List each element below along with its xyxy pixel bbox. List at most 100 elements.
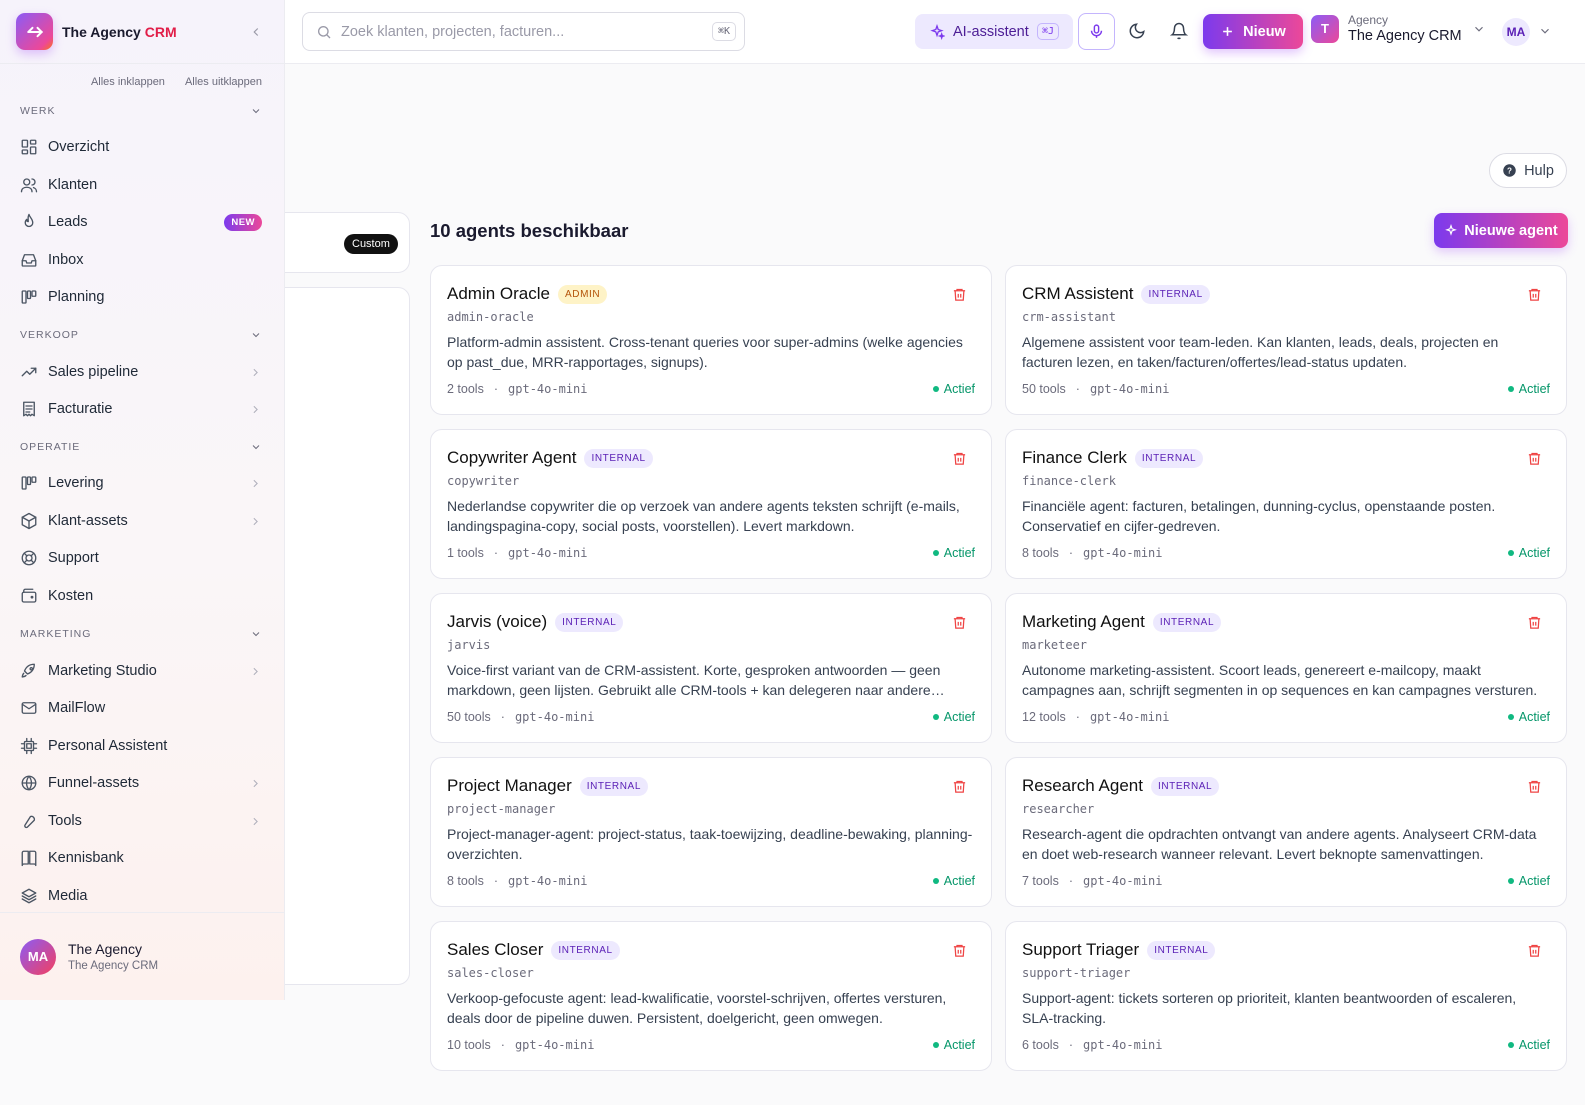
chevron-right-icon — [249, 403, 262, 416]
agent-slug: admin-oracle — [447, 310, 534, 324]
status-badge: Actief — [932, 710, 975, 724]
chevron-down-icon[interactable] — [1538, 24, 1552, 38]
sidebar-item-label: Kosten — [48, 588, 94, 604]
help-circle-icon: ? — [1502, 163, 1517, 178]
status-label: Actief — [943, 382, 975, 396]
cpu-icon — [20, 737, 38, 755]
tenant-switcher[interactable]: T Agency The Agency CRM — [1311, 13, 1486, 44]
sidebar-item-media[interactable]: Media — [12, 879, 270, 913]
agent-card[interactable]: Sales Closer INTERNAL sales-closer Verkoop-… — [430, 921, 992, 1071]
sidebar-item-klanten[interactable]: Klanten — [12, 168, 270, 202]
collapse-all-link[interactable]: Alles inklappen — [91, 76, 165, 88]
collapse-sidebar-button[interactable] — [244, 20, 268, 44]
section-verkoop[interactable]: VERKOOP — [0, 323, 284, 347]
agent-tag-badge: INTERNAL — [551, 940, 620, 960]
sidebar-item-kosten[interactable]: Kosten — [12, 579, 270, 613]
trending-up-icon — [20, 363, 38, 381]
user-avatar[interactable]: MA — [1502, 18, 1530, 46]
sidebar-item-label: Leads — [48, 214, 88, 230]
agent-card[interactable]: Support Triager INTERNAL support-triager Su… — [1005, 921, 1567, 1071]
agent-tools-count: 12 tools — [1022, 710, 1066, 724]
trash-icon[interactable] — [952, 451, 967, 466]
sidebar-item-leads[interactable]: Leads NEW — [12, 205, 270, 239]
agent-card[interactable]: Finance Clerk INTERNAL finance-clerk Financ… — [1005, 429, 1567, 579]
new-button[interactable]: Nieuw — [1203, 14, 1303, 49]
brand-name: The Agency CRM — [62, 24, 177, 40]
chevron-right-icon — [249, 515, 262, 528]
chevron-right-icon — [249, 366, 262, 379]
agent-detail-panel — [270, 287, 410, 985]
status-dot-icon — [1507, 386, 1514, 392]
avatar: MA — [20, 938, 56, 975]
trash-icon[interactable] — [952, 287, 967, 302]
agent-card[interactable]: Project Manager INTERNAL project-manager Pr… — [430, 757, 992, 907]
search-placeholder: Zoek klanten, projecten, facturen... — [341, 23, 565, 40]
agent-description: Verkoop-gefocuste agent: lead-kwalificat… — [447, 990, 947, 1026]
agent-description: Nederlandse copywriter die op verzoek va… — [447, 498, 960, 534]
agent-model: gpt-4o-mini — [1089, 382, 1170, 396]
help-button[interactable]: ? Hulp — [1489, 153, 1567, 188]
brand-header: The Agency CRM — [0, 0, 284, 64]
agent-card[interactable]: Jarvis (voice) INTERNAL jarvis Voice-first … — [430, 593, 992, 743]
trash-icon[interactable] — [1527, 287, 1542, 302]
sidebar-item-sales-pipeline[interactable]: Sales pipeline — [12, 355, 270, 389]
search-shortcut: ⌘K — [711, 22, 736, 41]
tenant-type: Agency — [1348, 13, 1389, 27]
ai-assistant-button[interactable]: AI-assistent ⌘J — [915, 14, 1073, 49]
sidebar-item-support[interactable]: Support — [12, 541, 270, 575]
agent-card[interactable]: Copywriter Agent INTERNAL copywriter Nederl… — [430, 429, 992, 579]
brand-logo-icon[interactable] — [16, 13, 53, 50]
trash-icon[interactable] — [1527, 451, 1542, 466]
sidebar-item-inbox[interactable]: Inbox — [12, 243, 270, 277]
ai-assistant-label: AI-assistent — [953, 23, 1029, 40]
section-marketing[interactable]: MARKETING — [0, 622, 284, 646]
agent-description: Voice-first variant van de CRM-assistent… — [447, 662, 941, 698]
notifications-button[interactable] — [1168, 20, 1190, 42]
sidebar-item-overzicht[interactable]: Overzicht — [12, 130, 270, 164]
agent-card[interactable]: Research Agent INTERNAL researcher Research… — [1005, 757, 1567, 907]
sidebar-item-tools[interactable]: Tools — [12, 804, 270, 838]
sidebar-item-marketing-studio[interactable]: Marketing Studio — [12, 654, 270, 688]
sparkles-icon — [929, 23, 945, 40]
grid-icon — [20, 138, 38, 156]
custom-badge: Custom — [344, 234, 398, 254]
sidebar-item-personal-assistent[interactable]: Personal Assistent — [12, 729, 270, 763]
sidebar-item-klant-assets[interactable]: Klant-assets — [12, 504, 270, 538]
agent-slug: finance-clerk — [1022, 474, 1116, 488]
sidebar-item-funnel-assets[interactable]: Funnel-assets — [12, 766, 270, 800]
agent-card[interactable]: Admin Oracle ADMIN admin-oracle Platform-ad… — [430, 265, 992, 415]
agent-name: Admin Oracle — [447, 284, 550, 303]
sidebar-item-planning[interactable]: Planning — [12, 280, 270, 314]
sidebar-item-facturatie[interactable]: Facturatie — [12, 392, 270, 426]
search-input[interactable]: Zoek klanten, projecten, facturen... ⌘K — [302, 12, 745, 51]
trash-icon[interactable] — [952, 943, 967, 958]
sidebar-item-levering[interactable]: Levering — [12, 466, 270, 500]
status-dot-icon — [1507, 878, 1514, 884]
new-button-label: Nieuw — [1243, 23, 1286, 40]
trash-icon[interactable] — [952, 615, 967, 630]
microphone-button[interactable] — [1078, 13, 1115, 50]
trash-icon[interactable] — [1527, 943, 1542, 958]
status-dot-icon — [932, 878, 939, 884]
expand-all-link[interactable]: Alles uitklappen — [185, 76, 262, 88]
trash-icon[interactable] — [1527, 615, 1542, 630]
sidebar: The Agency CRM Alles inklappen Alles uit… — [0, 0, 285, 1000]
trash-icon[interactable] — [1527, 779, 1542, 794]
agent-name: Research Agent — [1022, 776, 1143, 795]
sidebar-user-footer[interactable]: MA The Agency The Agency CRM — [0, 912, 284, 1000]
sidebar-item-kennisbank[interactable]: Kennisbank — [12, 841, 270, 875]
section-werk[interactable]: WERK — [0, 99, 284, 123]
agent-card[interactable]: Marketing Agent INTERNAL marketeer Autonome… — [1005, 593, 1567, 743]
separator-dot: · — [1075, 382, 1080, 396]
sidebar-item-mailflow[interactable]: MailFlow — [12, 691, 270, 725]
agent-card[interactable]: CRM Assistent INTERNAL crm-assistant Algeme… — [1005, 265, 1567, 415]
chevron-down-icon — [252, 109, 260, 114]
section-operatie[interactable]: OPERATIE — [0, 435, 284, 459]
status-label: Actief — [943, 546, 975, 560]
new-agent-button[interactable]: Nieuwe agent — [1434, 213, 1568, 248]
status-label: Actief — [1518, 382, 1550, 396]
trash-icon[interactable] — [952, 779, 967, 794]
brand-name-accent: CRM — [144, 23, 177, 40]
dark-mode-button[interactable] — [1126, 20, 1148, 42]
agent-name: CRM Assistent — [1022, 284, 1134, 303]
